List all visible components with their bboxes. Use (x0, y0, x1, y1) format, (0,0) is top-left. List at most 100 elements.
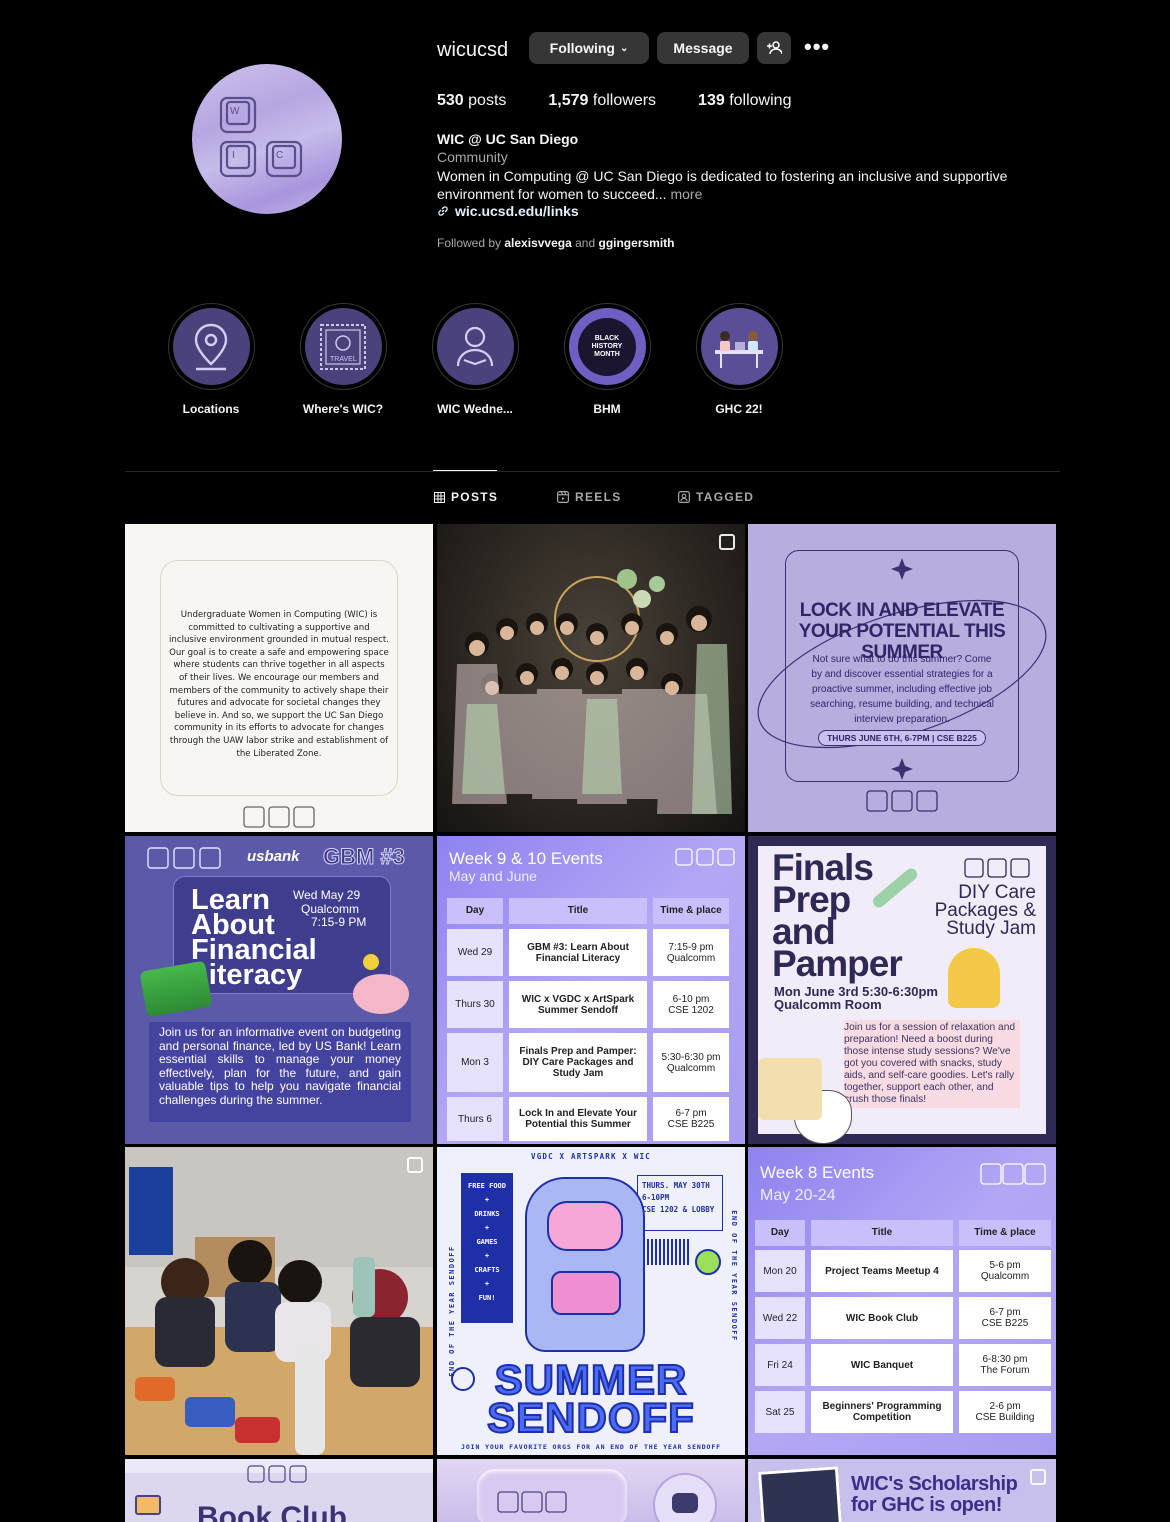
row-place: Qualcomm (980, 1271, 1030, 1282)
post-tile-lavender-3d[interactable] (437, 1459, 745, 1522)
row-title: Finals Prep and Pamper: DIY Care Package… (509, 1033, 647, 1092)
tab-posts[interactable]: POSTS (434, 490, 498, 504)
money-stack-image (139, 960, 213, 1018)
piggy-bank-image (353, 974, 409, 1014)
post-tile-financial-literacy[interactable]: usbank GBM #3 Learn About Financial Lite… (125, 836, 433, 1144)
people-at-table-icon (715, 330, 763, 368)
sendoff-list-item: GAMES (476, 1238, 498, 1246)
sendoff-time: 6-10PM (642, 1193, 670, 1202)
row-title: Beginners' Programming Competition (811, 1391, 953, 1433)
highlight-bhm[interactable]: BLACK HISTORY MONTH BHM (563, 303, 651, 416)
active-tab-indicator (433, 470, 497, 471)
sendoff-when: THURS. MAY 30TH (642, 1181, 710, 1190)
row-title: WIC Book Club (811, 1297, 953, 1339)
highlight-wic-wednesday[interactable]: WIC Wedne... (431, 303, 519, 416)
tab-tagged[interactable]: TAGGED (678, 490, 754, 504)
highlight-locations[interactable]: Locations (167, 303, 255, 416)
sendoff-list-item: + (484, 1196, 490, 1204)
profile-bio: Women in Computing @ UC San Diego is ded… (437, 167, 1037, 203)
table-row: Wed 22 WIC Book Club 6-7 pm CSE B225 (755, 1297, 1051, 1339)
followed-by[interactable]: Followed by alexisvvega and ggingersmith (437, 236, 675, 250)
tab-posts-label: POSTS (451, 490, 499, 504)
wic-keycaps-logo (980, 1163, 1046, 1185)
row-place: The Forum (980, 1365, 1030, 1376)
row-time-place: 5-6 pm Qualcomm (959, 1250, 1051, 1292)
sendoff-list-item: + (484, 1252, 490, 1260)
table-row: Fri 24 WIC Banquet 6-8:30 pm The Forum (755, 1344, 1051, 1386)
row-title: Lock In and Elevate Your Potential this … (509, 1097, 647, 1141)
robot-chest (551, 1271, 621, 1315)
sendoff-info-box: THURS. MAY 30TH 6-10PM CSE 1202 & LOBBY (637, 1175, 723, 1231)
followed-by-prefix: Followed by (437, 236, 502, 250)
more-options-icon[interactable]: ••• (804, 36, 830, 58)
highlight-ring: BLACK HISTORY MONTH (563, 303, 651, 390)
table-row: Mon 3 Finals Prep and Pamper: DIY Care P… (447, 1033, 737, 1092)
profile-username: wicucsd (437, 39, 509, 61)
highlight-ghc-22[interactable]: GHC 22! (695, 303, 783, 416)
add-person-button[interactable] (757, 32, 791, 64)
row-time-place: 6-8:30 pm The Forum (959, 1344, 1051, 1386)
following-button[interactable]: Following ⌄ (529, 32, 649, 64)
table-row: Thurs 6 Lock In and Elevate Your Potenti… (447, 1097, 737, 1141)
post-tile-lock-in[interactable]: LOCK IN AND ELEVATE YOUR POTENTIAL THIS … (748, 524, 1056, 832)
sendoff-list-item: FREE FOOD (468, 1182, 506, 1190)
table-header-title: Title (811, 1220, 953, 1246)
row-place: CSE B225 (981, 1318, 1029, 1329)
followers-count: 1,579 (548, 92, 589, 109)
row-time: 6-7 pm (675, 1108, 707, 1119)
student-illustration (948, 948, 1000, 1008)
sendoff-bottom: JOIN YOUR FAVORITE ORGS FOR AN END OF TH… (461, 1443, 721, 1451)
post-tile-summer-sendoff[interactable]: VGDC X ARTSPARK X WIC FREE FOOD + DRINKS… (437, 1147, 745, 1455)
post-tile-study-photo[interactable] (125, 1147, 433, 1455)
highlight-wheres-wic[interactable]: TRAVEL Where's WIC? (299, 303, 387, 416)
svg-text:TRAVEL: TRAVEL (330, 356, 357, 363)
table-header-day: Day (447, 898, 503, 924)
row-title: Project Teams Meetup 4 (811, 1250, 953, 1292)
profile-avatar[interactable]: W I C (192, 64, 342, 214)
followed-by-and: and (575, 236, 596, 250)
scholarship-title-2: for GHC is open! (851, 1494, 1002, 1516)
message-button[interactable]: Message (657, 32, 749, 64)
profile-category: Community (437, 149, 508, 165)
finals-where: Qualcomm Room (774, 997, 882, 1012)
post-tile-week-9-10-events[interactable]: Week 9 & 10 Events May and June Day Titl… (437, 836, 745, 1144)
following-stat[interactable]: 139 following (698, 92, 791, 110)
post-tile-week-8-events[interactable]: Week 8 Events May 20-24 Day Title Time &… (748, 1147, 1056, 1455)
table-row: Sat 25 Beginners' Programming Competitio… (755, 1391, 1051, 1433)
alien-icon (695, 1249, 721, 1275)
tab-reels[interactable]: REELS (557, 490, 622, 504)
row-day: Wed 22 (755, 1297, 805, 1339)
highlight-ring (695, 303, 783, 390)
post-tile-finals-prep[interactable]: Finals Prep and Pamper DIY Care Packages… (748, 836, 1056, 1144)
row-time-place: 5:30-6:30 pm Qualcomm (653, 1033, 729, 1092)
highlight-ring: TRAVEL (299, 303, 387, 390)
followers-stat[interactable]: 1,579 followers (548, 92, 656, 110)
bio-text: Women in Computing @ UC San Diego is ded… (437, 168, 1008, 202)
row-place: CSE Building (975, 1412, 1035, 1423)
row-time-place: 7:15-9 pm Qualcomm (653, 929, 729, 976)
posts-stat[interactable]: 530 posts (437, 92, 506, 110)
multi-image-icon (407, 1157, 423, 1173)
robot-head-icon (672, 1493, 698, 1513)
profile-link[interactable]: wic.ucsd.edu/links (437, 203, 579, 219)
row-day: Thurs 6 (447, 1097, 503, 1141)
link-icon (438, 206, 448, 216)
row-title: WIC Banquet (811, 1344, 953, 1386)
post-tile-statement[interactable]: Undergraduate Women in Computing (WIC) i… (125, 524, 433, 832)
bio-more-link[interactable]: more (670, 186, 702, 202)
followed-by-user-1[interactable]: alexisvvega (504, 236, 571, 250)
table-row: Mon 20 Project Teams Meetup 4 5-6 pm Qual… (755, 1250, 1051, 1292)
sendoff-where: CSE 1202 & LOBBY (642, 1205, 715, 1214)
followed-by-user-2[interactable]: ggingersmith (598, 236, 674, 250)
financial-body: Join us for an informative event on budg… (149, 1022, 411, 1122)
post-tile-book-club[interactable]: Book Club (125, 1459, 433, 1522)
table-header-time: Time & place (653, 898, 729, 924)
events-title: Week 8 Events (760, 1163, 875, 1182)
scholarship-photo (758, 1466, 842, 1522)
gbm-label: GBM #3 (323, 844, 406, 870)
post-tile-group-photo[interactable] (437, 524, 745, 832)
highlight-label: WIC Wedne... (437, 402, 513, 416)
post-tile-ghc-scholarship[interactable]: WIC's Scholarship for GHC is open! (748, 1459, 1056, 1522)
sendoff-side-list: FREE FOOD + DRINKS + GAMES + CRAFTS + FU… (461, 1173, 513, 1323)
table-header-title: Title (509, 898, 647, 924)
